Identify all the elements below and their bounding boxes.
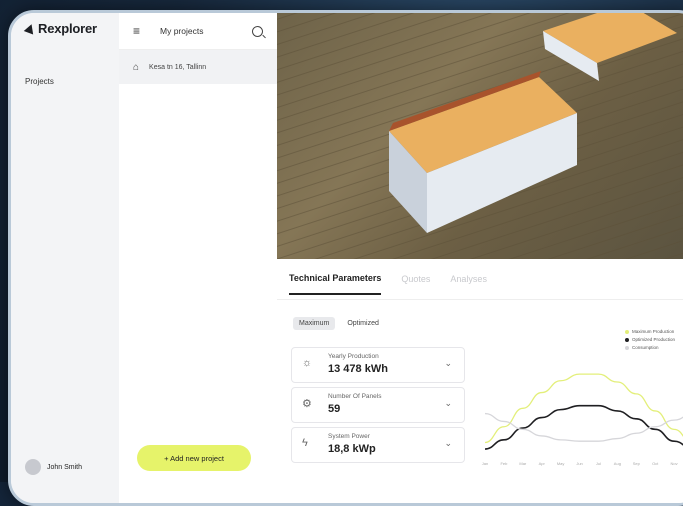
chevron-down-icon[interactable]: ⌄ <box>444 438 452 449</box>
legend-item: Optimized Production <box>625 337 675 342</box>
tab-analyses[interactable]: Analyses <box>450 264 487 294</box>
app-name: Rexplorer <box>38 21 97 36</box>
param-value: 13 478 kWh <box>328 363 388 375</box>
x-tick-label: Sep <box>633 461 641 466</box>
tab-technical-parameters[interactable]: Technical Parameters <box>289 263 382 295</box>
x-tick-label: Jul <box>596 461 601 466</box>
x-tick-label: Oct <box>652 461 659 466</box>
tab-bar: Technical Parameters Quotes Analyses <box>277 259 683 300</box>
projects-title: My projects <box>160 26 204 36</box>
param-value: 59 <box>328 403 341 415</box>
satellite-map[interactable] <box>277 13 683 259</box>
sun-icon: ☼ <box>302 357 313 369</box>
chevron-down-icon[interactable]: ⌄ <box>444 398 452 409</box>
legend-swatch <box>625 329 629 334</box>
add-project-button[interactable]: + Add new project <box>137 445 251 471</box>
legend-item: Maximum Production <box>625 329 675 334</box>
menu-icon[interactable]: ≡ <box>133 24 140 38</box>
lightning-icon: ϟ <box>302 437 308 449</box>
search-icon[interactable] <box>252 25 263 37</box>
series-line-consumption <box>484 412 683 442</box>
x-tick-label: Jun <box>576 461 582 466</box>
project-list-item[interactable]: ⌂ Kesa tn 16, Tallinn <box>119 50 277 84</box>
avatar <box>25 459 41 475</box>
user-profile[interactable]: John Smith <box>25 459 82 475</box>
map-scene <box>277 13 683 259</box>
toggle-maximum[interactable]: Maximum <box>293 317 336 330</box>
left-nav: Rexplorer Projects John Smith <box>11 13 120 503</box>
legend-label: Maximum Production <box>632 329 675 334</box>
project-label: Kesa tn 16, Tallinn <box>149 63 207 71</box>
legend-item: Consumption <box>625 345 675 350</box>
nav-item-projects[interactable]: Projects <box>25 77 54 86</box>
param-label: System Power <box>328 433 370 440</box>
param-number-of-panels[interactable]: ⚙ Number Of Panels 59 ⌄ <box>291 387 465 423</box>
projects-header: ≡ My projects <box>119 13 277 50</box>
tab-quotes[interactable]: Quotes <box>401 264 430 294</box>
legend-swatch <box>625 345 629 350</box>
logo: Rexplorer <box>23 21 97 36</box>
x-tick-label: Jan <box>482 461 488 466</box>
logo-mark-icon <box>23 22 37 35</box>
mode-toggle: Maximum Optimized <box>293 317 385 330</box>
details-panel: Technical Parameters Quotes Analyses Max… <box>277 259 683 503</box>
legend-label: Consumption <box>632 345 659 350</box>
x-tick-label: Apr <box>539 461 546 466</box>
chevron-down-icon[interactable]: ⌄ <box>444 358 452 369</box>
home-icon: ⌂ <box>133 61 140 73</box>
x-tick-label: Aug <box>614 461 621 466</box>
param-yearly-production[interactable]: ☼ Yearly Production 13 478 kWh ⌄ <box>291 347 465 383</box>
param-value: 18,8 kWp <box>328 443 376 455</box>
x-tick-label: Mar <box>519 461 527 466</box>
toggle-optimized[interactable]: Optimized <box>341 317 385 330</box>
param-system-power[interactable]: ϟ System Power 18,8 kWp ⌄ <box>291 427 465 463</box>
param-label: Yearly Production <box>328 353 379 360</box>
x-tick-label: May <box>557 461 565 466</box>
x-tick-label: Nov <box>671 461 678 466</box>
x-tick-label: Feb <box>500 461 508 466</box>
projects-panel: ≡ My projects ⌂ Kesa tn 16, Tallinn + Ad… <box>119 13 278 503</box>
legend-swatch <box>625 337 629 342</box>
app-window: Rexplorer Projects John Smith ≡ My proje… <box>8 10 683 506</box>
param-label: Number Of Panels <box>328 393 382 400</box>
chart-legend: Maximum Production Optimized Production … <box>625 329 675 353</box>
user-name: John Smith <box>47 463 83 471</box>
legend-label: Optimized Production <box>632 337 676 342</box>
gear-icon: ⚙ <box>302 398 312 410</box>
